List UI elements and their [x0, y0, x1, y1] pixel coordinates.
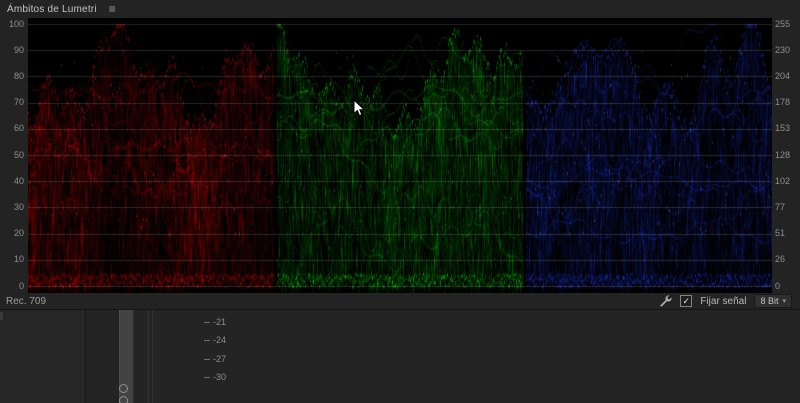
scale-tick-label: 255 [775, 18, 791, 29]
lower-left-zone [0, 310, 85, 403]
splitter-line-2 [152, 310, 153, 403]
lower-panel: -21 -24 -27 -30 [0, 310, 800, 403]
scale-tick-label: 50 [13, 149, 24, 160]
scale-tick-label: 128 [775, 149, 791, 160]
db-scale-row: -21 [204, 318, 226, 327]
waveform-scope: 100 90 80 70 60 50 40 30 20 10 0 255 230 204 178 153 12… [0, 18, 800, 293]
scale-tick-label: 80 [13, 70, 24, 81]
panel-divider [85, 310, 86, 403]
scale-tick-label: 153 [775, 123, 791, 134]
panel-header: Ámbitos de Lumetri ≡ [0, 0, 800, 18]
scale-tick-label: 100 [8, 18, 24, 29]
db-tick-mark [204, 377, 210, 379]
scale-tick-label: 204 [775, 70, 791, 81]
round-button-1[interactable] [119, 384, 128, 393]
colorspace-label: Rec. 709 [6, 295, 47, 307]
rgb-parade-canvas [28, 18, 772, 293]
check-icon: ✓ [682, 295, 691, 306]
settings-wrench-icon[interactable] [659, 294, 672, 308]
panel-title: Ámbitos de Lumetri [7, 3, 97, 15]
splitter-line-1 [148, 310, 149, 403]
db-tick-mark [204, 358, 210, 360]
db-scale-row: -24 [204, 336, 226, 345]
bit-depth-dropdown[interactable]: 8 Bit ▾ [754, 294, 792, 308]
scale-tick-label: 0 [18, 280, 24, 291]
db-tick-label: -24 [213, 335, 227, 346]
scale-tick-label: 77 [775, 201, 786, 212]
db-tick-label: -30 [213, 372, 227, 383]
scale-tick-label: 30 [13, 201, 24, 212]
scale-tick-label: 178 [775, 97, 791, 108]
scale-tick-label: 60 [13, 123, 24, 134]
scale-tick-label: 20 [13, 228, 24, 239]
db-tick-mark [204, 322, 210, 323]
scale-tick-label: 70 [13, 97, 24, 108]
scale-tick-label: 0 [775, 280, 781, 291]
clamp-signal-checkbox[interactable]: ✓ [680, 295, 693, 307]
db-tick-label: -21 [213, 317, 227, 327]
corner-mark [0, 312, 3, 320]
round-button-2[interactable] [119, 396, 128, 403]
scale-tick-label: 90 [13, 44, 24, 55]
db-scale-row: -27 [204, 353, 227, 364]
panel-menu-icon[interactable]: ≡ [109, 3, 116, 15]
clamp-signal-label: Fijar señal [700, 295, 747, 307]
scale-tick-label: 102 [775, 175, 791, 186]
scale-tick-label: 51 [775, 228, 786, 239]
scale-tick-label: 26 [775, 254, 786, 265]
scale-tick-label: 10 [13, 254, 24, 265]
bit-depth-value: 8 Bit [760, 296, 779, 306]
db-tick-mark [204, 340, 210, 342]
scale-tick-label: 230 [775, 44, 791, 55]
chevron-down-icon: ▾ [782, 298, 786, 305]
scale-tick-label: 40 [13, 175, 24, 186]
scope-toolbar: Rec. 709 ✓ Fijar señal 8 Bit ▾ [0, 293, 800, 310]
lumetri-scopes-panel: Ámbitos de Lumetri ≡ 100 90 80 70 60 50 40 30 20… [0, 0, 800, 403]
db-scale-row: -30 [204, 373, 226, 382]
db-tick-label: -27 [213, 353, 227, 364]
